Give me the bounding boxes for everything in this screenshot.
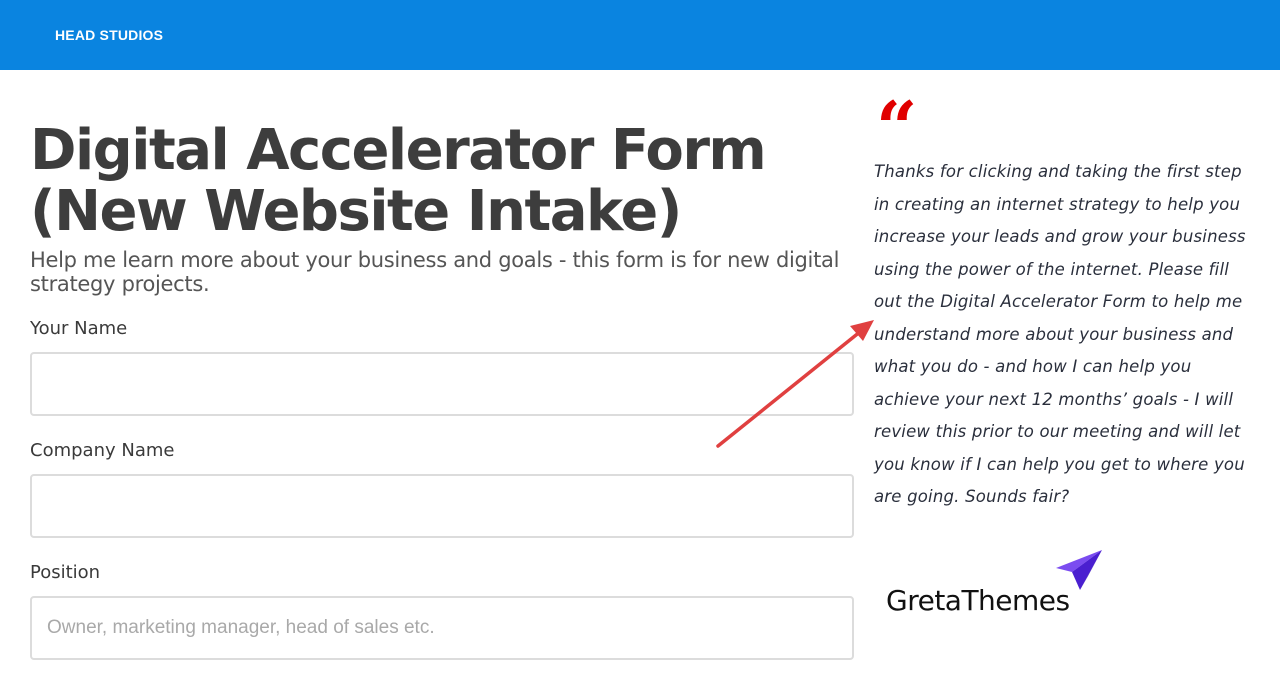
company-name-label: Company Name (30, 440, 175, 461)
red-arrow-icon (716, 320, 874, 448)
quote-mark-icon: “ (876, 85, 918, 170)
position-label: Position (30, 562, 101, 583)
page-title: Digital Accelerator Form (New Website Int… (30, 120, 850, 242)
page-title-line-2: (New Website Intake) (30, 179, 682, 244)
your-name-label: Your Name (30, 318, 128, 339)
intro-quote-text: Thanks for clicking and taking the first… (874, 162, 1246, 506)
position-input[interactable] (30, 596, 854, 660)
gretathemes-logo: GretaThemes (884, 548, 1114, 618)
logo-text: GretaThemes (886, 584, 1070, 617)
brand-link[interactable]: HEAD STUDIOS (55, 27, 163, 43)
company-name-input[interactable] (30, 474, 854, 538)
page-title-line-1: Digital Accelerator Form (30, 118, 767, 183)
top-nav-bar: HEAD STUDIOS (0, 0, 1280, 70)
page-subtitle: Help me learn more about your business a… (30, 248, 840, 296)
